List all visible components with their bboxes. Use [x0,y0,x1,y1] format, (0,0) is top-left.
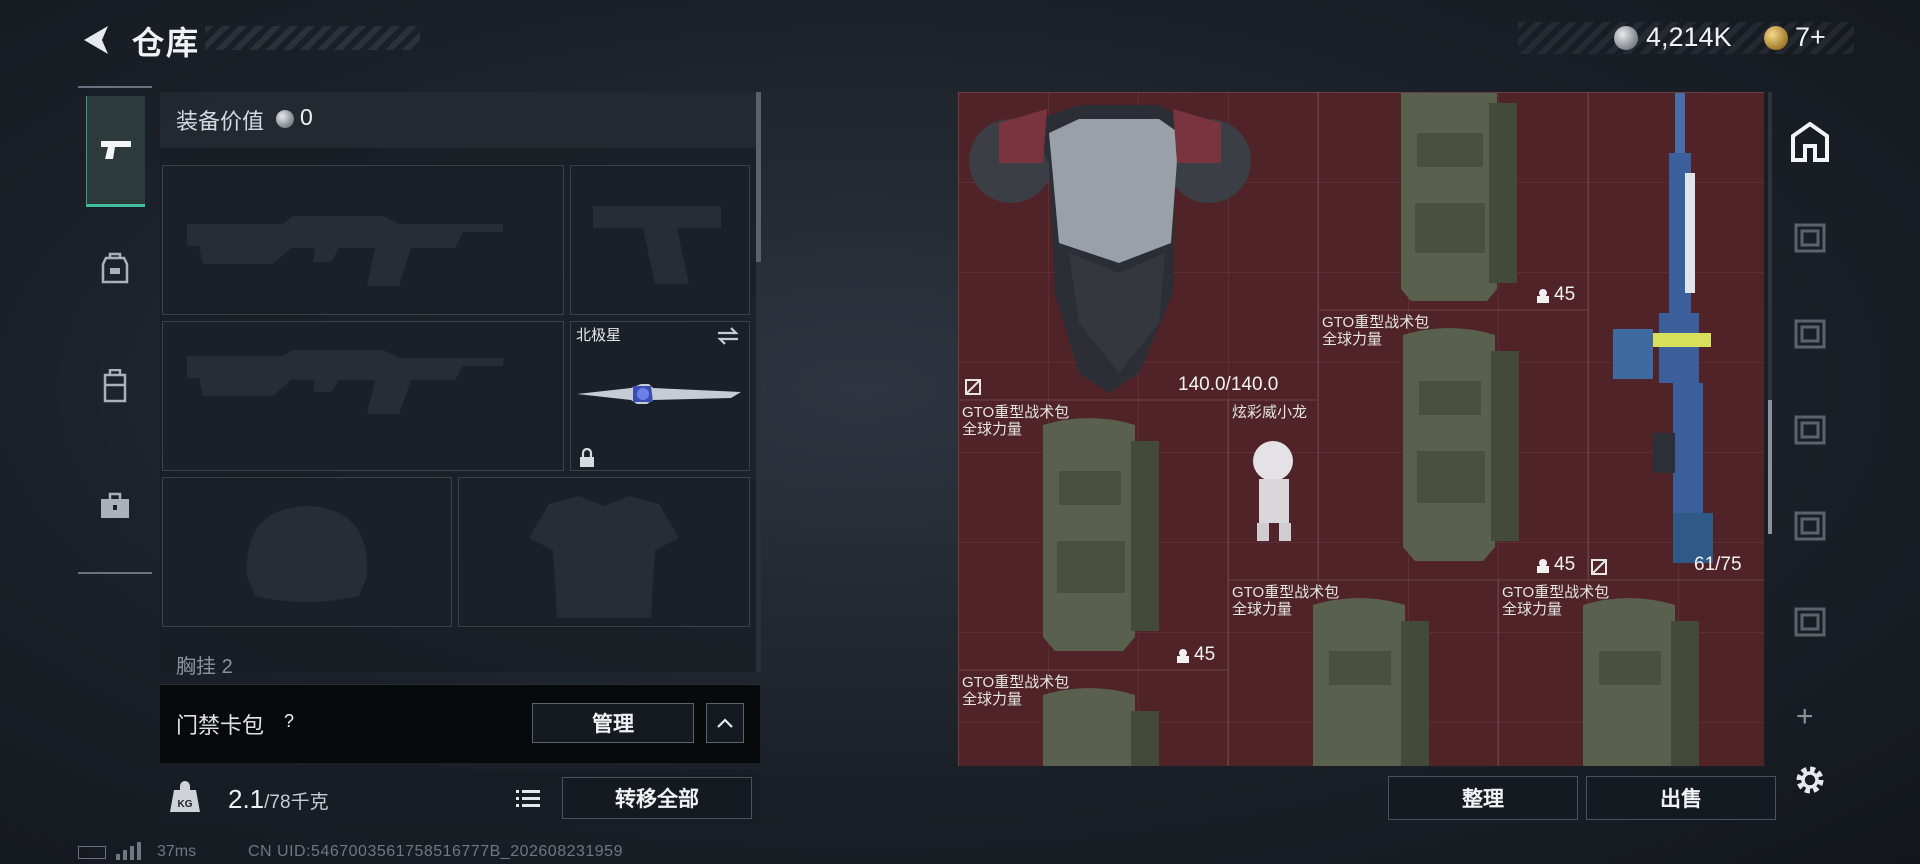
tab-cases[interactable] [86,466,144,546]
expand-button[interactable] [706,703,744,743]
no-insure-icon [1591,559,1607,575]
body-armor-silhouette-icon [529,496,679,618]
stash-page-icon [1794,511,1826,541]
user-uid: CN UID:5467003561758516777B_202608231959 [248,843,623,860]
item-capacity: 45 [1554,284,1576,305]
equipment-value: 0 [300,104,313,130]
item-capacity: 45 [1554,554,1576,575]
item-name: GTO重型战术包 全球力量 [1322,314,1430,348]
backpack-item-icon [1043,418,1159,651]
stash-scrollbar-thumb[interactable] [1768,400,1772,534]
equipment-scrollbar-thumb[interactable] [756,92,761,262]
gold-ticket-icon [1764,26,1788,50]
secondary-weapon-slot[interactable] [570,165,750,315]
melee-weapon-name: 北极星 [576,327,622,344]
no-insure-icon [965,379,981,395]
primary-weapon-slot-1[interactable] [162,165,564,315]
stash-item-toy[interactable] [1228,400,1318,580]
body-armor-item-icon [969,105,1251,393]
stash-page[interactable] [1786,406,1834,454]
sell-button[interactable]: 出售 [1586,776,1776,820]
tab-weapons[interactable] [86,96,145,207]
stash-grid[interactable] [958,92,1764,766]
item-capacity: 45 [1194,644,1216,665]
silver-coin-icon [1614,26,1638,50]
signal-icon [116,842,141,860]
backpack-item-icon [1403,328,1519,561]
stash-item-backpack[interactable] [1318,92,1588,310]
stash-item-backpack[interactable] [1318,310,1588,580]
lock-icon [580,448,594,467]
weight-kg-icon: KG [170,781,200,812]
item-name: 炫彩威小龙 [1232,404,1308,421]
stash-page[interactable] [1786,502,1834,550]
backpack-item-icon [1401,93,1517,301]
stash-page-icon [1794,223,1826,253]
item-name: GTO重型战术包 全球力量 [1232,584,1340,618]
stash-page[interactable] [1786,598,1834,646]
capacity-icon [1177,649,1189,663]
body-armor-slot[interactable] [458,477,750,627]
home-icon [1791,122,1829,162]
carry-weight: 2.1/78千克 [228,784,329,814]
currency-amount[interactable]: 4,214K [1646,22,1732,53]
help-icon[interactable]: ? [276,708,302,734]
stash-item-backpack[interactable] [958,400,1228,670]
gear-icon[interactable] [1792,762,1828,798]
chevron-up-icon [717,718,733,728]
pistol-icon [101,141,131,159]
helmet-silhouette-icon [246,506,368,602]
item-name: GTO重型战术包 全球力量 [1502,584,1610,618]
back-arrow-icon[interactable] [78,22,114,58]
primary-weapon-slot-2[interactable] [162,321,564,471]
capacity-icon [1537,559,1549,573]
arrange-button[interactable]: 整理 [1388,776,1578,820]
add-page-button[interactable]: + [1796,700,1814,734]
rifle-item-icon [1613,93,1713,563]
silver-coin-icon [276,110,294,128]
chest-rig-section-label: 胸挂 2 [176,656,233,678]
stash-item-body-armor[interactable] [958,92,1318,400]
transfer-all-button[interactable]: 转移全部 [562,777,752,819]
stash-page-icon [1794,607,1826,637]
svg-text:KG: KG [178,799,193,810]
stash-page[interactable] [1786,310,1834,358]
armor-durability: 140.0/140.0 [1178,374,1279,395]
stash-page[interactable] [1786,214,1834,262]
briefcase-icon [101,492,129,518]
tab-chest-rig[interactable] [86,346,144,426]
stash-page-home[interactable] [1786,118,1834,166]
equipment-value-label: 装备价值 [176,109,265,134]
rifle-ammo: 61/75 [1694,554,1742,575]
page-title: 仓库 [132,25,201,61]
rifle-silhouette-icon [187,216,503,286]
backpack-armor-icon [101,252,129,284]
title-decoration [205,26,420,50]
capacity-icon [1537,289,1549,303]
ticket-amount[interactable]: 7+ [1795,22,1826,53]
list-icon[interactable] [512,784,544,812]
rifle-silhouette-icon [187,350,503,414]
item-name: GTO重型战术包 全球力量 [962,404,1070,438]
keycard-label: 门禁卡包 [176,713,265,738]
stash-page-icon [1794,319,1826,349]
dragon-toy-icon [1253,441,1293,541]
item-name: GTO重型战术包 全球力量 [962,674,1070,708]
manage-button[interactable]: 管理 [532,703,694,743]
swap-icon[interactable] [716,326,740,346]
stash-item-rifle[interactable] [1588,92,1764,580]
chest-rig-icon [103,369,127,403]
ping-readout: 37ms [157,843,197,860]
helmet-slot[interactable] [162,477,452,627]
pistol-silhouette-icon [593,206,721,284]
tab-armor[interactable] [86,228,144,308]
stash-page-icon [1794,415,1826,445]
battery-icon [78,846,106,859]
